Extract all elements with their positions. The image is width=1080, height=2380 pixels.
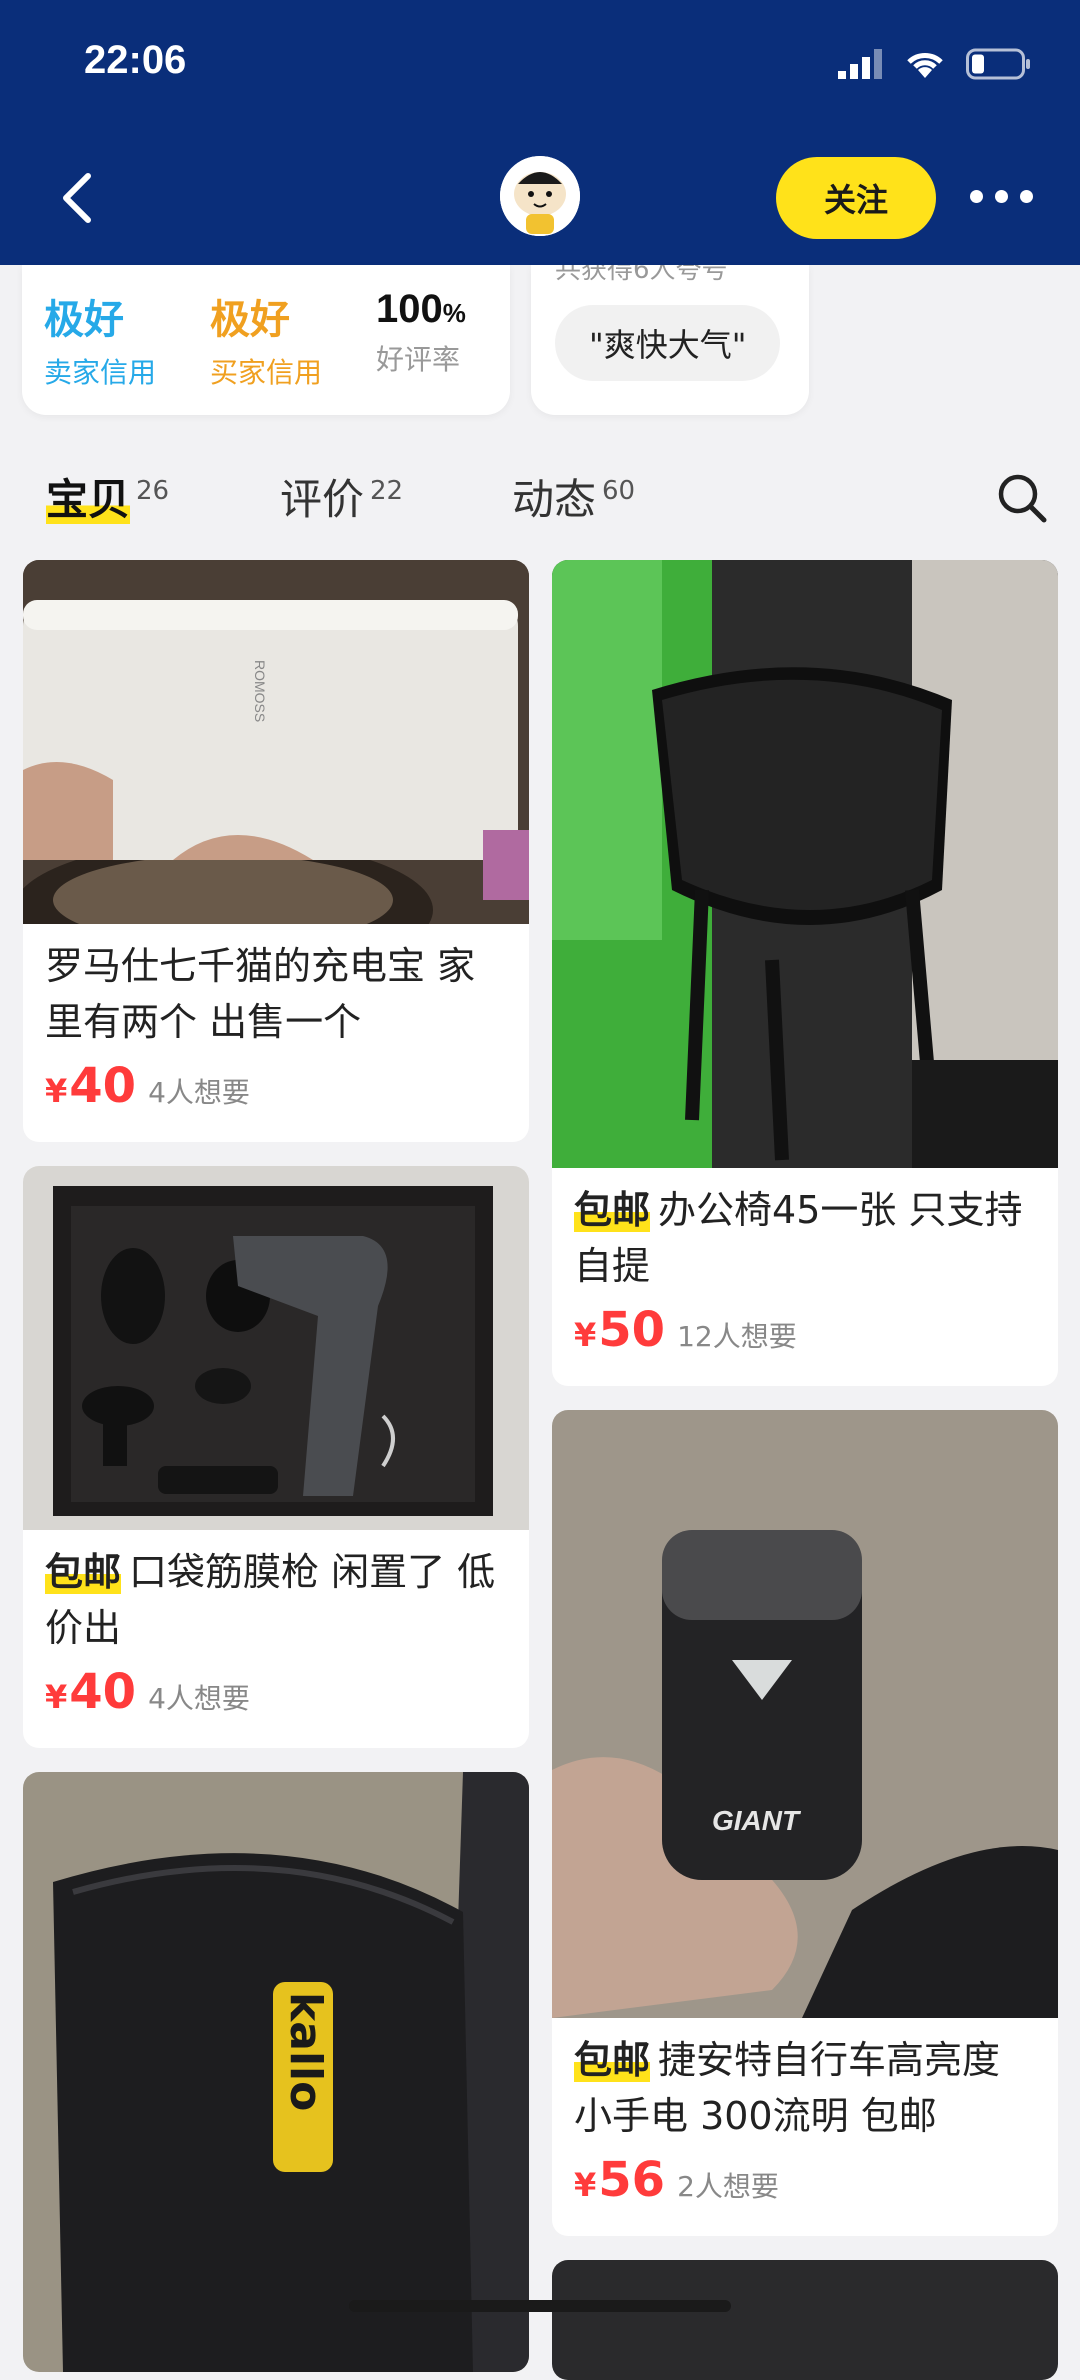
tab-reviews-count: 22 bbox=[370, 476, 404, 506]
status-time: 22:06 bbox=[84, 38, 187, 82]
price-currency: ¥ bbox=[45, 1678, 68, 1716]
want-count: 12人想要 bbox=[677, 1320, 797, 1353]
seller-avatar[interactable] bbox=[500, 156, 580, 236]
buyer-credit-value: 极好 bbox=[210, 297, 290, 343]
want-count: 4人想要 bbox=[148, 1682, 250, 1715]
battery-icon bbox=[966, 48, 1030, 80]
home-indicator[interactable] bbox=[349, 2300, 731, 2312]
seller-credit-label: 卖家信用 bbox=[44, 356, 157, 389]
product-price: 40 bbox=[69, 1664, 137, 1720]
signal-icon bbox=[838, 49, 882, 79]
praise-tag[interactable]: "爽快大气" bbox=[555, 305, 781, 381]
wifi-icon bbox=[907, 53, 943, 78]
product-photo: ROMOSS bbox=[23, 560, 529, 924]
product-title: 罗马仕七千猫的充电宝 家里有两个 出售一个 bbox=[45, 944, 476, 1044]
back-icon[interactable] bbox=[50, 168, 110, 228]
product-card[interactable]: 包邮 办公椅45一张 只支持自提 ¥50 12人想要 bbox=[552, 560, 1058, 1386]
seller-credit: 极好 卖家信用 bbox=[44, 287, 156, 391]
tab-reviews[interactable]: 评价 22 bbox=[280, 466, 403, 527]
product-photo: kallo bbox=[23, 1772, 529, 2372]
tab-activity-label: 动态 bbox=[512, 475, 597, 524]
rating-label: 好评率 bbox=[376, 343, 461, 376]
nav-bar: 关注 bbox=[0, 150, 1080, 250]
tab-items[interactable]: 宝贝 26 bbox=[46, 466, 169, 527]
cartoon-avatar-icon bbox=[500, 156, 580, 236]
product-card[interactable]: ROMOSS 罗马仕七千猫的充电宝 家里有两个 出售一个 ¥40 4人想要 bbox=[23, 560, 529, 1142]
praise-tag-card[interactable]: 共获得6人夸号 "爽快大气" bbox=[531, 265, 809, 415]
price-currency: ¥ bbox=[45, 1072, 68, 1110]
rating-value: 100 bbox=[376, 287, 443, 331]
free-shipping-badge: 包邮 bbox=[574, 1188, 651, 1232]
light-brand-text: GIANT bbox=[712, 1805, 802, 1836]
powerbank-brand-text: ROMOSS bbox=[252, 660, 268, 722]
search-icon[interactable] bbox=[994, 470, 1050, 526]
praise-count-text: 共获得6人夸号 bbox=[555, 265, 728, 285]
seller-credit-value: 极好 bbox=[44, 297, 124, 343]
price-currency: ¥ bbox=[574, 2166, 597, 2204]
product-photo: GIANT bbox=[552, 1410, 1058, 2018]
credit-card: 极好 卖家信用 极好 买家信用 100% 好评率 bbox=[22, 265, 510, 415]
buyer-credit: 极好 买家信用 bbox=[210, 287, 322, 391]
price-currency: ¥ bbox=[574, 1316, 597, 1354]
follow-button[interactable]: 关注 bbox=[776, 157, 936, 239]
buyer-credit-label: 买家信用 bbox=[210, 356, 323, 389]
product-card[interactable]: kallo bbox=[23, 1772, 529, 2372]
product-price: 50 bbox=[598, 1302, 666, 1358]
product-photo bbox=[552, 2260, 1058, 2380]
tab-items-label: 宝贝 bbox=[46, 475, 131, 524]
rating: 100% 好评率 bbox=[376, 287, 466, 378]
product-card[interactable]: GIANT 包邮 捷安特自行车高亮度小手电 300流明 包邮 ¥56 2人想要 bbox=[552, 1410, 1058, 2236]
want-count: 2人想要 bbox=[677, 2170, 779, 2203]
want-count: 4人想要 bbox=[148, 1076, 250, 1109]
rating-unit: % bbox=[442, 298, 466, 328]
tab-items-count: 26 bbox=[136, 476, 170, 506]
more-dots-icon[interactable] bbox=[970, 190, 1033, 203]
top-header: 22:06 关注 bbox=[0, 0, 1080, 265]
product-card[interactable]: 包邮 口袋筋膜枪 闲置了 低价出 ¥40 4人想要 bbox=[23, 1166, 529, 1748]
product-card[interactable] bbox=[552, 2260, 1058, 2380]
product-photo bbox=[552, 560, 1058, 1168]
tab-activity[interactable]: 动态 60 bbox=[512, 466, 635, 527]
case-brand-text: kallo bbox=[280, 1992, 331, 2111]
tab-bar: 宝贝 26 评价 22 动态 60 bbox=[0, 450, 1080, 540]
free-shipping-badge: 包邮 bbox=[574, 2038, 651, 2082]
product-price: 40 bbox=[69, 1058, 137, 1114]
tab-reviews-label: 评价 bbox=[280, 475, 365, 524]
product-price: 56 bbox=[598, 2152, 666, 2208]
product-photo bbox=[23, 1166, 529, 1530]
free-shipping-badge: 包邮 bbox=[45, 1550, 122, 1594]
status-icons bbox=[838, 48, 1032, 80]
tab-activity-count: 60 bbox=[602, 476, 636, 506]
